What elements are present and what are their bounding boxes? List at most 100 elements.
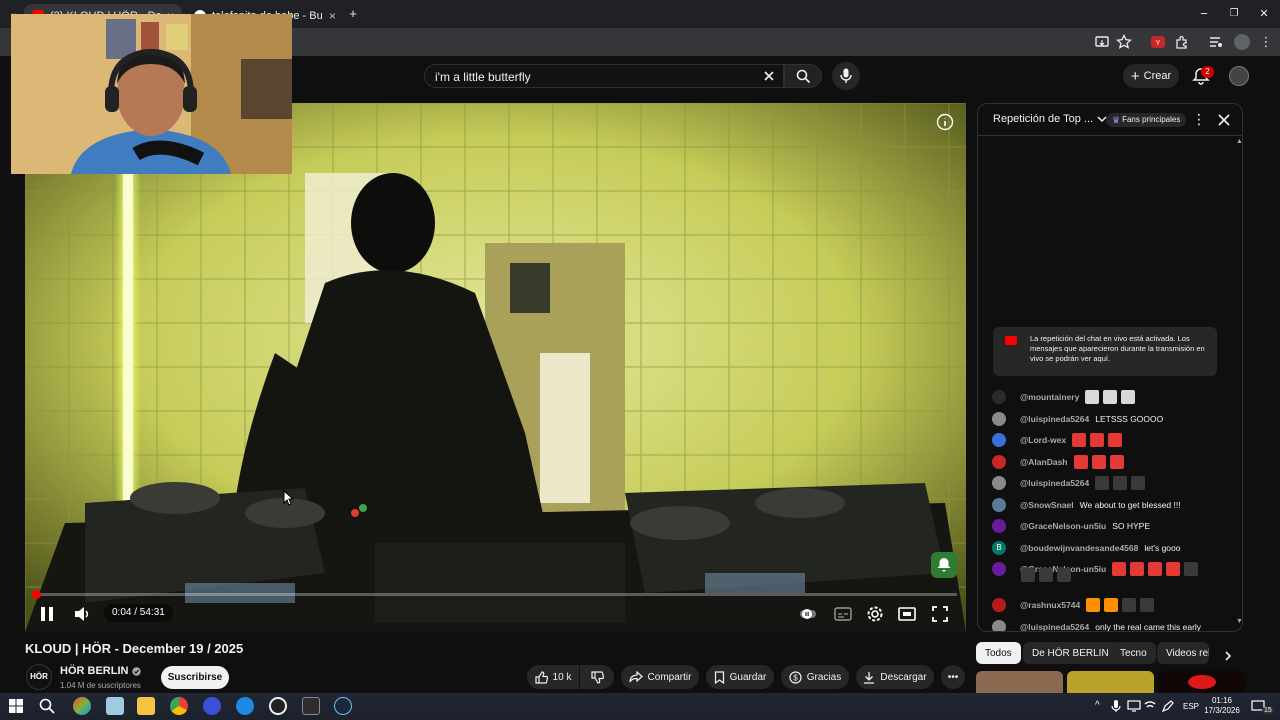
clock[interactable]: 01:16 17/3/2026 xyxy=(1200,696,1244,716)
chat-message[interactable]: @luispineda5264 xyxy=(992,473,1149,493)
chat-author[interactable]: @GraceNelson-un5iu xyxy=(1020,521,1106,531)
taskbar-search-icon[interactable] xyxy=(39,698,55,714)
search-button[interactable] xyxy=(784,64,822,88)
tray-mic-icon[interactable] xyxy=(1110,699,1122,713)
chip-related-videos[interactable]: Videos rel xyxy=(1157,642,1209,664)
voice-search-button[interactable] xyxy=(832,62,860,90)
channel-avatar[interactable]: HÖR xyxy=(26,664,52,690)
extensions-puzzle-icon[interactable] xyxy=(1174,34,1190,50)
chat-author[interactable]: @luispineda5264 xyxy=(1020,622,1089,631)
related-thumbnail-1[interactable] xyxy=(976,671,1063,693)
chat-avatar[interactable]: B xyxy=(992,541,1006,555)
capcut-icon[interactable] xyxy=(302,697,320,715)
channel-name[interactable]: HÖR BERLIN xyxy=(60,665,128,677)
tray-overflow-icon[interactable]: ^ xyxy=(1095,700,1100,711)
chat-message[interactable]: @luispineda5264 only the real came this e… xyxy=(992,617,1201,631)
chat-author[interactable]: @SnowSnael xyxy=(1020,500,1074,510)
chat-author[interactable]: @mountainery xyxy=(1020,392,1079,402)
chat-author[interactable]: @Lord-wex xyxy=(1020,435,1066,445)
new-tab-button[interactable]: + xyxy=(343,4,363,24)
chat-avatar[interactable] xyxy=(992,620,1006,631)
share-button[interactable]: Compartir xyxy=(621,665,699,689)
language-indicator[interactable]: ESP xyxy=(1183,702,1199,711)
restore-button[interactable]: ❐ xyxy=(1224,4,1244,24)
tab-close-icon[interactable]: × xyxy=(329,9,336,23)
chip-techno[interactable]: Tecno xyxy=(1111,642,1156,664)
chat-avatar[interactable] xyxy=(992,476,1006,490)
save-button[interactable]: Guardar xyxy=(706,665,774,689)
chat-message[interactable]: @AlanDash xyxy=(992,452,1128,472)
theater-mode-icon[interactable] xyxy=(898,605,916,623)
subscribe-button[interactable]: Suscribirse xyxy=(161,666,229,689)
pause-icon[interactable] xyxy=(39,605,55,623)
chat-avatar[interactable] xyxy=(992,412,1006,426)
chat-message[interactable]: @GraceNelson-un5iu SO HYPE xyxy=(992,516,1150,536)
top-fans-badge[interactable]: ♛ Fans principales xyxy=(1106,113,1187,127)
chat-avatar[interactable] xyxy=(992,433,1006,447)
search-input[interactable]: i'm a little butterfly xyxy=(424,64,784,88)
download-button[interactable]: Descargar xyxy=(856,665,934,689)
settings-gear-icon[interactable] xyxy=(866,605,884,623)
chat-avatar[interactable] xyxy=(992,390,1006,404)
discord-icon[interactable] xyxy=(203,697,221,715)
bell-badge[interactable] xyxy=(931,552,957,578)
chat-author[interactable]: @boudewijnvandesande4568 xyxy=(1020,543,1138,553)
chat-scrollbar[interactable]: ▲ ▼ xyxy=(1236,138,1242,628)
chat-avatar[interactable] xyxy=(992,498,1006,512)
paint-app-icon[interactable] xyxy=(106,697,124,715)
chat-avatar[interactable] xyxy=(992,519,1006,533)
chrome-taskbar-icon[interactable] xyxy=(170,697,188,715)
bookmark-star-icon[interactable] xyxy=(1116,34,1132,50)
close-chat-icon[interactable] xyxy=(1218,114,1230,126)
obs-icon[interactable] xyxy=(269,697,287,715)
chat-author[interactable]: @rashnux5744 xyxy=(1020,600,1080,610)
autoplay-toggle-icon[interactable] xyxy=(799,605,817,623)
video-info-icon[interactable] xyxy=(936,113,954,131)
tray-display-icon[interactable] xyxy=(1127,699,1141,713)
app-blue-icon[interactable] xyxy=(236,697,254,715)
chat-avatar[interactable] xyxy=(992,598,1006,612)
windows-start-icon[interactable] xyxy=(9,699,23,713)
chat-author[interactable]: @AlanDash xyxy=(1020,457,1068,467)
copilot-icon[interactable] xyxy=(73,697,91,715)
thanks-button[interactable]: $ Gracias xyxy=(781,665,849,689)
tray-pen-icon[interactable] xyxy=(1161,699,1175,713)
related-thumbnail-2[interactable] xyxy=(1067,671,1154,693)
extension-red-icon[interactable]: Y xyxy=(1150,34,1168,50)
chip-hor-berlin[interactable]: De HÖR BERLIN xyxy=(1023,642,1118,664)
video-player[interactable] xyxy=(25,103,966,632)
profile-avatar[interactable] xyxy=(1234,34,1250,50)
chat-message[interactable]: @Lord-wex xyxy=(992,430,1126,450)
create-button[interactable]: + Crear xyxy=(1123,64,1179,88)
install-app-icon[interactable] xyxy=(1094,34,1110,50)
account-avatar[interactable] xyxy=(1229,66,1249,86)
dislike-button[interactable] xyxy=(580,665,614,689)
chips-next-icon[interactable] xyxy=(1222,650,1234,662)
tray-network-icon[interactable] xyxy=(1143,699,1157,713)
chat-avatar[interactable] xyxy=(992,455,1006,469)
chat-message[interactable]: @SnowSnael We about to get blessed !!! xyxy=(992,495,1181,515)
chat-message[interactable]: @mountainery xyxy=(992,387,1139,407)
more-actions-button[interactable]: ••• xyxy=(941,665,965,689)
chat-avatar[interactable] xyxy=(992,562,1006,576)
channel-name-row[interactable]: HÖR BERLIN xyxy=(60,665,142,677)
like-button[interactable]: 10 k xyxy=(527,665,579,689)
close-window-button[interactable]: ✕ xyxy=(1254,4,1274,24)
file-explorer-icon[interactable] xyxy=(137,697,155,715)
chrome-menu-icon[interactable]: ⋮ xyxy=(1256,32,1276,52)
steam-icon[interactable] xyxy=(334,697,352,715)
volume-icon[interactable] xyxy=(73,605,91,623)
clear-search-icon[interactable] xyxy=(763,70,775,82)
chat-mode-dropdown[interactable]: Repetición de Top ... xyxy=(993,113,1108,125)
fullscreen-icon[interactable] xyxy=(931,605,949,623)
media-control-icon[interactable] xyxy=(1208,34,1224,50)
chat-message[interactable]: @rashnux5744 xyxy=(992,595,1158,615)
chat-menu-icon[interactable]: ⋮ xyxy=(1192,111,1206,128)
chat-author[interactable]: @luispineda5264 xyxy=(1020,478,1089,488)
related-thumbnail-3[interactable] xyxy=(1158,671,1245,693)
chat-message[interactable]: @luispineda5264 LETSSS GOOOO xyxy=(992,409,1163,429)
subtitles-icon[interactable] xyxy=(834,605,852,623)
chip-all[interactable]: Todos xyxy=(976,642,1021,664)
chat-message[interactable]: B @boudewijnvandesande4568 let's gooo xyxy=(992,538,1180,558)
minimize-button[interactable]: − xyxy=(1194,4,1214,24)
